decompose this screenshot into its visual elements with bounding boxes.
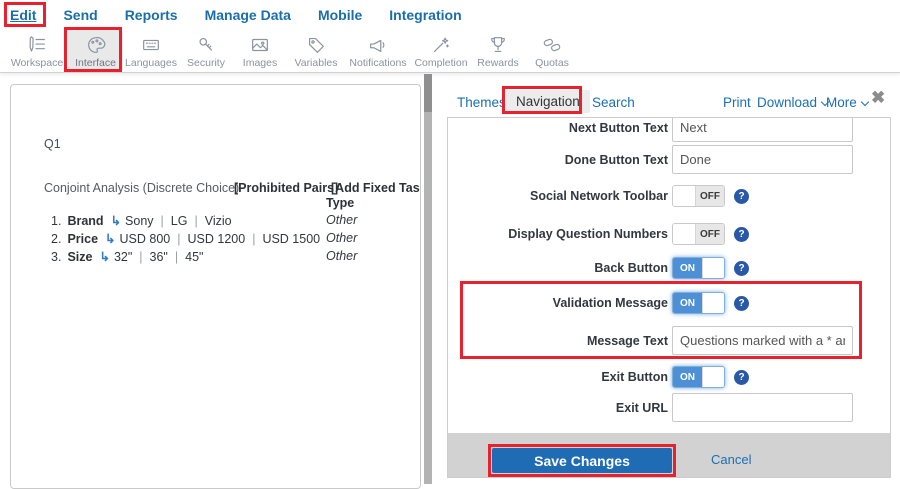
toolbar-item-completion[interactable]: Completion	[411, 30, 471, 71]
close-icon[interactable]: ✖	[871, 88, 885, 108]
security-icon	[194, 33, 218, 56]
notifications-icon	[366, 33, 390, 56]
nav-item-mobile[interactable]: Mobile	[318, 7, 362, 23]
variables-icon	[304, 33, 328, 56]
help-icon[interactable]: ?	[734, 189, 749, 204]
question-code: Q1	[44, 137, 61, 151]
save-changes-button[interactable]: Save Changes	[492, 448, 672, 473]
edit-toolbar: Workspace Interface Languages Security I…	[0, 30, 900, 73]
attribute-type: Other	[326, 213, 357, 227]
back-button-toggle[interactable]: ON	[672, 257, 725, 279]
rewards-icon	[486, 33, 510, 56]
toolbar-item-images[interactable]: Images	[233, 30, 287, 71]
nav-item-send[interactable]: Send	[63, 7, 97, 23]
attribute-row-size: 3.Size↳32"|36"|45"	[51, 249, 203, 264]
add-fixed-tasks-link[interactable]: [Add Fixed Tasks	[331, 181, 421, 195]
more-menu[interactable]: More	[826, 95, 868, 110]
toolbar-item-security[interactable]: Security	[179, 30, 233, 71]
message-text-input[interactable]	[672, 326, 853, 355]
download-menu[interactable]: Download	[757, 95, 828, 110]
branch-arrow-icon: ↳	[99, 250, 109, 264]
toolbar-item-notifications[interactable]: Notifications	[345, 30, 411, 71]
question-title: Conjoint Analysis (Discrete Choice)	[44, 181, 239, 195]
chevron-down-icon	[861, 98, 869, 106]
done-button-text-input[interactable]	[672, 145, 853, 174]
page-scrollbar[interactable]	[424, 74, 432, 484]
branch-arrow-icon: ↳	[105, 232, 115, 246]
form-row-exit-url: Exit URL	[448, 393, 878, 422]
dialog-footer: Save Changes Cancel	[448, 433, 890, 478]
tab-themes[interactable]: Themes	[457, 95, 506, 110]
form-row-message-text: Message Text	[448, 326, 878, 355]
nav-item-edit[interactable]: Edit	[10, 7, 36, 23]
attribute-type: Other	[326, 231, 357, 245]
interface-icon	[84, 33, 108, 56]
help-icon[interactable]: ?	[734, 296, 749, 311]
validation-message-toggle[interactable]: ON	[672, 292, 725, 314]
form-row-next-button-text: Next Button Text	[448, 117, 878, 142]
toolbar-item-languages[interactable]: Languages	[123, 30, 179, 71]
tab-search[interactable]: Search	[592, 95, 635, 110]
images-icon	[248, 33, 272, 56]
print-link[interactable]: Print	[723, 95, 751, 110]
survey-preview-panel: Q1 Conjoint Analysis (Discrete Choice) […	[10, 84, 421, 489]
form-row-done-button-text: Done Button Text	[448, 145, 878, 174]
scrollbar-thumb[interactable]	[424, 74, 432, 112]
help-icon[interactable]: ?	[734, 370, 749, 385]
nav-item-integration[interactable]: Integration	[389, 7, 461, 23]
form-row-exit-button: Exit Button ON ?	[448, 366, 878, 388]
completion-icon	[429, 33, 453, 56]
form-row-social-network-toolbar: Social Network Toolbar OFF ?	[448, 185, 878, 207]
help-icon[interactable]: ?	[734, 227, 749, 242]
toolbar-item-variables[interactable]: Variables	[287, 30, 345, 71]
toolbar-item-rewards[interactable]: Rewards	[471, 30, 525, 71]
attribute-row-brand: 1.Brand↳Sony|LG|Vizio	[51, 213, 232, 228]
exit-button-toggle[interactable]: ON	[672, 366, 725, 388]
form-row-display-question-numbers: Display Question Numbers OFF ?	[448, 223, 878, 245]
navigation-settings-form: Next Button Text Done Button Text Social…	[447, 117, 891, 478]
prohibited-pairs-link[interactable]: [Prohibited Pairs]	[234, 181, 338, 195]
workspace-icon	[25, 33, 49, 56]
toolbar-item-interface[interactable]: Interface	[68, 30, 123, 71]
languages-icon	[139, 33, 163, 56]
top-navigation: Edit Send Reports Manage Data Mobile Int…	[0, 0, 900, 30]
tab-navigation[interactable]: Navigation	[506, 90, 590, 113]
next-button-text-input[interactable]	[672, 117, 853, 142]
help-icon[interactable]: ?	[734, 261, 749, 276]
quotas-icon	[540, 33, 564, 56]
cancel-link[interactable]: Cancel	[711, 452, 751, 467]
branch-arrow-icon: ↳	[111, 214, 121, 228]
nav-item-reports[interactable]: Reports	[125, 7, 178, 23]
toolbar-item-quotas[interactable]: Quotas	[525, 30, 579, 71]
attribute-row-price: 2.Price↳USD 800|USD 1200|USD 1500	[51, 231, 320, 246]
type-column-header: Type	[326, 196, 354, 210]
attribute-type: Other	[326, 249, 357, 263]
display-question-numbers-toggle[interactable]: OFF	[672, 223, 725, 245]
form-row-validation-message: Validation Message ON ?	[448, 292, 878, 314]
form-row-back-button: Back Button ON ?	[448, 257, 878, 279]
toolbar-item-workspace[interactable]: Workspace	[6, 30, 68, 71]
social-network-toolbar-toggle[interactable]: OFF	[672, 185, 725, 207]
nav-item-manage-data[interactable]: Manage Data	[205, 7, 291, 23]
exit-url-input[interactable]	[672, 393, 853, 422]
